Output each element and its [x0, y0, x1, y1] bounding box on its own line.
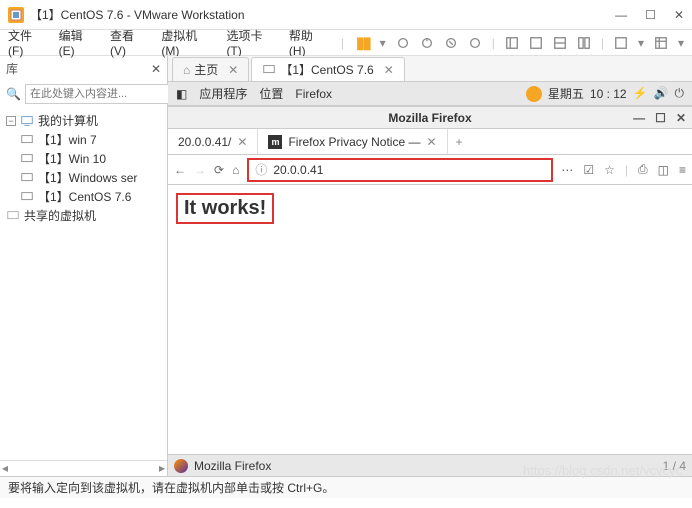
menu-view[interactable]: 查看(V)	[110, 27, 149, 58]
info-icon[interactable]: ⓘ	[255, 161, 267, 178]
tree-item[interactable]: 【1】Windows ser	[38, 169, 137, 186]
snapshot-icon[interactable]	[420, 36, 434, 50]
manage-icon[interactable]	[468, 36, 482, 50]
volume-icon[interactable]: 🔊	[654, 86, 669, 101]
mozilla-icon: m	[268, 135, 282, 149]
menu-edit[interactable]: 编辑(E)	[59, 27, 98, 58]
tree-root[interactable]: 我的计算机	[38, 112, 98, 129]
browser-tab-1[interactable]: 20.0.0.41/ ✕	[168, 129, 258, 154]
tab-vm-close-icon[interactable]: ✕	[384, 63, 394, 77]
pause-icon[interactable]: ▮▮	[356, 33, 370, 53]
layout2-icon[interactable]	[529, 36, 543, 50]
tab-vm[interactable]: 【1】CentOS 7.6 ✕	[251, 57, 404, 81]
shared-icon	[6, 209, 20, 223]
bookmark-icon[interactable]: ☆	[604, 163, 615, 177]
linux-menu-firefox[interactable]: Firefox	[295, 87, 332, 101]
tree-item[interactable]: 【1】Win 10	[38, 150, 106, 167]
tab-close-icon[interactable]: ✕	[237, 135, 247, 149]
new-tab-button[interactable]: +	[448, 135, 471, 149]
ff-minimize-button[interactable]: —	[633, 111, 645, 125]
browser-tab-1-label: 20.0.0.41/	[178, 135, 231, 149]
unity-icon[interactable]	[654, 36, 668, 50]
firefox-taskbar-icon[interactable]	[174, 459, 188, 473]
page-heading: It works!	[184, 197, 266, 220]
vm-icon	[20, 152, 34, 166]
minimize-button[interactable]: —	[615, 8, 627, 22]
fullscreen-icon[interactable]	[614, 36, 628, 50]
layout3-icon[interactable]	[553, 36, 567, 50]
maximize-button[interactable]: ☐	[645, 8, 656, 22]
scroll-left-icon[interactable]: ◂	[2, 461, 8, 476]
power-icon[interactable]	[396, 36, 410, 50]
watermark: https://blog.csdn.net/ycycyc	[523, 463, 682, 478]
network-icon[interactable]: ⚡	[633, 86, 648, 101]
library-tree[interactable]: − 我的计算机 【1】win 7 【1】Win 10 【1】Windows se…	[0, 107, 167, 460]
home-icon: ⌂	[183, 63, 190, 77]
tab-home-label: 主页	[194, 61, 218, 78]
forward-button[interactable]: →	[194, 163, 206, 177]
close-button[interactable]: ✕	[674, 8, 684, 22]
reload-button[interactable]: ⟳	[214, 163, 224, 177]
search-icon: 🔍	[6, 87, 21, 101]
vmware-logo-icon	[8, 7, 24, 23]
menu-icon[interactable]: ≡	[679, 163, 686, 177]
taskbar-item[interactable]: Mozilla Firefox	[194, 459, 271, 473]
library-close-icon[interactable]: ✕	[151, 62, 161, 76]
clock-day: 星期五	[548, 85, 584, 102]
browser-tab-2[interactable]: m Firefox Privacy Notice — ✕	[258, 129, 447, 154]
home-button[interactable]: ⌂	[232, 163, 239, 177]
back-button[interactable]: ←	[174, 163, 186, 177]
tab-home-close-icon[interactable]: ✕	[228, 63, 238, 77]
library-search-input[interactable]	[25, 84, 177, 104]
linux-activities-icon[interactable]: ◧	[176, 87, 187, 101]
menu-vm[interactable]: 虚拟机(M)	[161, 27, 214, 58]
tab-vm-label: 【1】CentOS 7.6	[280, 61, 373, 78]
tab-close-icon[interactable]: ✕	[426, 135, 436, 149]
vm-tab-icon	[262, 63, 276, 77]
url-text: 20.0.0.41	[273, 163, 323, 177]
browser-tab-2-label: Firefox Privacy Notice —	[288, 135, 420, 149]
dropdown2-icon[interactable]: ▾	[638, 36, 644, 50]
scroll-right-icon[interactable]: ▸	[159, 461, 165, 476]
vm-icon	[20, 133, 34, 147]
expand-icon[interactable]: −	[6, 116, 16, 126]
dropdown3-icon[interactable]: ▾	[678, 36, 684, 50]
sidebar-icon[interactable]: ◫	[658, 163, 669, 177]
ff-maximize-button[interactable]: ☐	[655, 111, 666, 125]
linux-menu-apps[interactable]: 应用程序	[199, 85, 247, 102]
notification-icon[interactable]	[526, 86, 542, 102]
more-icon[interactable]: ⋯	[561, 163, 573, 177]
url-bar[interactable]: ⓘ 20.0.0.41	[247, 158, 553, 182]
vm-icon	[20, 190, 34, 204]
ff-close-button[interactable]: ✕	[676, 111, 686, 125]
computer-icon	[20, 114, 34, 128]
library-icon[interactable]: ⎙	[638, 162, 648, 177]
reader-icon[interactable]: ☑	[583, 163, 594, 177]
dropdown-icon[interactable]: ▾	[380, 36, 386, 50]
menu-tabs[interactable]: 选项卡(T)	[226, 27, 276, 58]
window-title: 【1】CentOS 7.6 - VMware Workstation	[30, 6, 615, 23]
library-title: 库	[6, 60, 18, 77]
firefox-window-title: Mozilla Firefox	[388, 111, 471, 125]
linux-menu-places[interactable]: 位置	[259, 85, 283, 102]
tree-item[interactable]: 【1】win 7	[38, 131, 97, 148]
status-text: 要将输入定向到该虚拟机，请在虚拟机内部单击或按 Ctrl+G。	[8, 479, 334, 496]
menu-help[interactable]: 帮助(H)	[289, 27, 329, 58]
page-content: It works!	[168, 185, 692, 454]
tree-shared[interactable]: 共享的虚拟机	[24, 207, 96, 224]
tab-home[interactable]: ⌂ 主页 ✕	[172, 57, 249, 81]
revert-icon[interactable]	[444, 36, 458, 50]
tree-item-selected[interactable]: 【1】CentOS 7.6	[38, 188, 131, 205]
menu-file[interactable]: 文件(F)	[8, 27, 47, 58]
vm-icon	[20, 171, 34, 185]
layout4-icon[interactable]	[577, 36, 591, 50]
power-tray-icon[interactable]: ⏻	[675, 86, 685, 101]
clock-time: 10 : 12	[590, 87, 627, 101]
layout1-icon[interactable]	[505, 36, 519, 50]
